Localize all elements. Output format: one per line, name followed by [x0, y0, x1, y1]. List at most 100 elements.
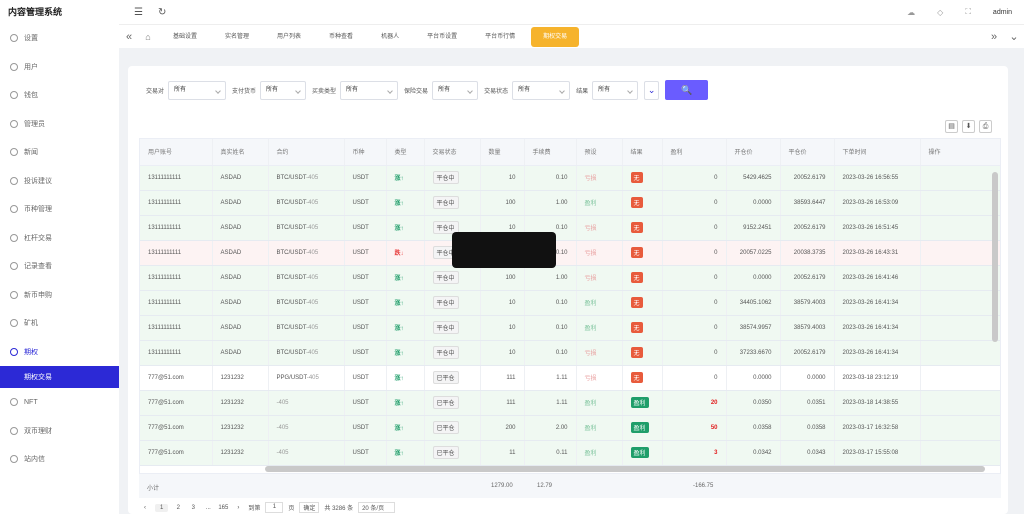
- filter-select[interactable]: 所有: [592, 80, 639, 100]
- table-row[interactable]: 13111111111ASDADBTC/USDT-405USDT涨↑平仓中100…: [140, 190, 1000, 216]
- table-row[interactable]: 777@51.com 1231232 -405 USDT 涨↑ 已平仓 200 2.00 盈利 盈…: [140, 415, 1000, 441]
- table-row[interactable]: 13111111111ASDADBTC/USDT-405USDT涨↑平仓中100…: [140, 340, 1000, 366]
- tabs-menu-icon[interactable]: ⌄: [1004, 30, 1024, 43]
- column-header[interactable]: 数量: [480, 139, 525, 166]
- tab-3[interactable]: 币种查看: [317, 26, 366, 47]
- tab-1[interactable]: 实名管理: [213, 26, 262, 47]
- column-header[interactable]: 下单时间: [834, 139, 921, 166]
- expand-filters-icon[interactable]: ⌄: [644, 80, 660, 100]
- skin-icon[interactable]: ☁: [907, 8, 915, 17]
- page-button[interactable]: 3: [188, 505, 198, 511]
- menu-toggle-icon[interactable]: ☰: [134, 7, 143, 17]
- tabs-scroll-right-icon[interactable]: »: [984, 31, 1004, 43]
- cell-actions[interactable]: [920, 215, 1000, 241]
- column-header[interactable]: 真实姓名: [212, 139, 269, 166]
- page-button[interactable]: 1: [155, 503, 169, 512]
- goto-input[interactable]: 1: [265, 502, 284, 513]
- cell-actions[interactable]: [920, 440, 1000, 466]
- filter-select[interactable]: 所有: [260, 80, 307, 100]
- tab-2[interactable]: 用户列表: [265, 26, 314, 47]
- cell-actions[interactable]: [920, 265, 1000, 291]
- fullscreen-icon[interactable]: ⛶: [965, 7, 971, 17]
- table-row[interactable]: 777@51.com 1231232 -405 USDT 涨↑ 已平仓 111 1.11 盈利 盈…: [140, 390, 1000, 416]
- sidebar-item-9[interactable]: 新币申购: [0, 281, 119, 310]
- table-row[interactable]: 777@51.com 1231232 -405 USDT 涨↑ 已平仓 11 0.11 盈利 盈利…: [140, 440, 1000, 466]
- cell-actions[interactable]: [920, 365, 1000, 391]
- tag-icon[interactable]: ◇: [937, 8, 943, 17]
- user-menu[interactable]: admin: [993, 9, 1012, 16]
- table-row[interactable]: 13111111111ASDADBTC/USDT-405USDT涨↑平仓中100…: [140, 290, 1000, 316]
- search-button[interactable]: 🔍: [665, 80, 709, 100]
- filter-select[interactable]: 所有: [340, 80, 399, 100]
- column-header[interactable]: 操作: [920, 139, 1000, 166]
- sidebar-item-12[interactable]: 期权交易: [0, 366, 119, 388]
- filter-select[interactable]: 所有: [168, 80, 227, 100]
- tab-0[interactable]: 基础设置: [161, 26, 210, 47]
- sidebar-item-8[interactable]: 记录查看: [0, 252, 119, 281]
- sidebar-item-4[interactable]: 新闻: [0, 138, 119, 167]
- column-toggle-icon[interactable]: ▤: [945, 120, 958, 133]
- sidebar-item-2[interactable]: 钱包: [0, 81, 119, 110]
- cell-actions[interactable]: [920, 340, 1000, 366]
- home-icon[interactable]: ⌂: [139, 32, 157, 42]
- sidebar-item-5[interactable]: 投诉建议: [0, 167, 119, 196]
- table-row[interactable]: 13111111111 ASDAD BTC/USDT-405 USDT 跌↓ 平仓中 0.1…: [140, 240, 1000, 266]
- cell-actions[interactable]: [920, 415, 1000, 441]
- sidebar-item-7[interactable]: 杠杆交易: [0, 224, 119, 253]
- table-row[interactable]: 13111111111ASDADBTC/USDT-405USDT涨↑平仓中100…: [140, 265, 1000, 291]
- filter-select[interactable]: 所有: [432, 80, 479, 100]
- column-header[interactable]: 开仓价: [726, 139, 781, 166]
- horizontal-scrollbar[interactable]: [265, 466, 985, 472]
- cell-actions[interactable]: [920, 390, 1000, 416]
- refresh-icon[interactable]: ↻: [158, 7, 167, 17]
- tab-6[interactable]: 平台币行情: [473, 26, 528, 47]
- sidebar-item-0[interactable]: 设置: [0, 24, 119, 53]
- sidebar-item-1[interactable]: 用户: [0, 53, 119, 82]
- tab-7[interactable]: 期权交易: [531, 26, 580, 47]
- sidebar-item-10[interactable]: 矿机: [0, 309, 119, 338]
- sidebar-item-15[interactable]: 站内信: [0, 445, 119, 474]
- cell-actions[interactable]: [920, 315, 1000, 341]
- cell-actions[interactable]: [920, 165, 1000, 191]
- cell-actions[interactable]: [920, 290, 1000, 316]
- column-header[interactable]: 币种: [344, 139, 387, 166]
- prev-page-icon[interactable]: ‹: [140, 505, 150, 511]
- column-header[interactable]: 类型: [386, 139, 425, 166]
- tab-5[interactable]: 平台币设置: [415, 26, 470, 47]
- column-header[interactable]: 用户账号: [140, 139, 213, 166]
- cell-actions[interactable]: [920, 190, 1000, 216]
- page-button[interactable]: 165: [218, 505, 228, 511]
- page-button[interactable]: 2: [173, 505, 183, 511]
- goto-confirm-button[interactable]: 确定: [299, 502, 320, 513]
- page-size-select[interactable]: 20 条/页: [358, 502, 396, 513]
- sidebar-item-11[interactable]: 期权: [0, 338, 119, 367]
- filter-select[interactable]: 所有: [512, 80, 571, 100]
- next-page-icon[interactable]: ›: [233, 505, 243, 511]
- sidebar-item-6[interactable]: 币种管理: [0, 195, 119, 224]
- page-button[interactable]: ...: [203, 505, 213, 511]
- cell-coin: USDT: [344, 165, 387, 191]
- column-header[interactable]: 预设: [576, 139, 623, 166]
- column-header[interactable]: 合约: [268, 139, 345, 166]
- column-header[interactable]: 结果: [622, 139, 663, 166]
- column-header[interactable]: 盈利: [662, 139, 727, 166]
- column-header[interactable]: 平仓价: [780, 139, 835, 166]
- sidebar-item-3[interactable]: 管理员: [0, 110, 119, 139]
- preset-label: 盈利: [584, 426, 597, 432]
- print-icon[interactable]: ⎙: [979, 120, 992, 133]
- sidebar-item-14[interactable]: 双币理财: [0, 417, 119, 446]
- column-header[interactable]: 手续费: [524, 139, 577, 166]
- table-row[interactable]: 777@51.com 1231232 PPG/USDT-405 USDT 涨↑ 已平仓 11…: [140, 365, 1000, 391]
- sidebar-item-13[interactable]: NFT: [0, 388, 119, 417]
- table-row[interactable]: 13111111111ASDADBTC/USDT-405USDT涨↑平仓中100…: [140, 165, 1000, 191]
- column-header[interactable]: 交易状态: [424, 139, 481, 166]
- export-icon[interactable]: ⬇: [962, 120, 975, 133]
- tabs-scroll-left-icon[interactable]: «: [119, 31, 139, 43]
- cell-actions[interactable]: [920, 240, 1000, 266]
- filter-label: 交易对: [146, 88, 165, 95]
- vertical-scrollbar[interactable]: [992, 172, 998, 342]
- table-row[interactable]: 13111111111ASDADBTC/USDT-405USDT涨↑平仓中100…: [140, 215, 1000, 241]
- table-row[interactable]: 13111111111ASDADBTC/USDT-405USDT涨↑平仓中100…: [140, 315, 1000, 341]
- status-tag: 已平仓: [432, 421, 459, 434]
- tab-4[interactable]: 机器人: [369, 26, 412, 47]
